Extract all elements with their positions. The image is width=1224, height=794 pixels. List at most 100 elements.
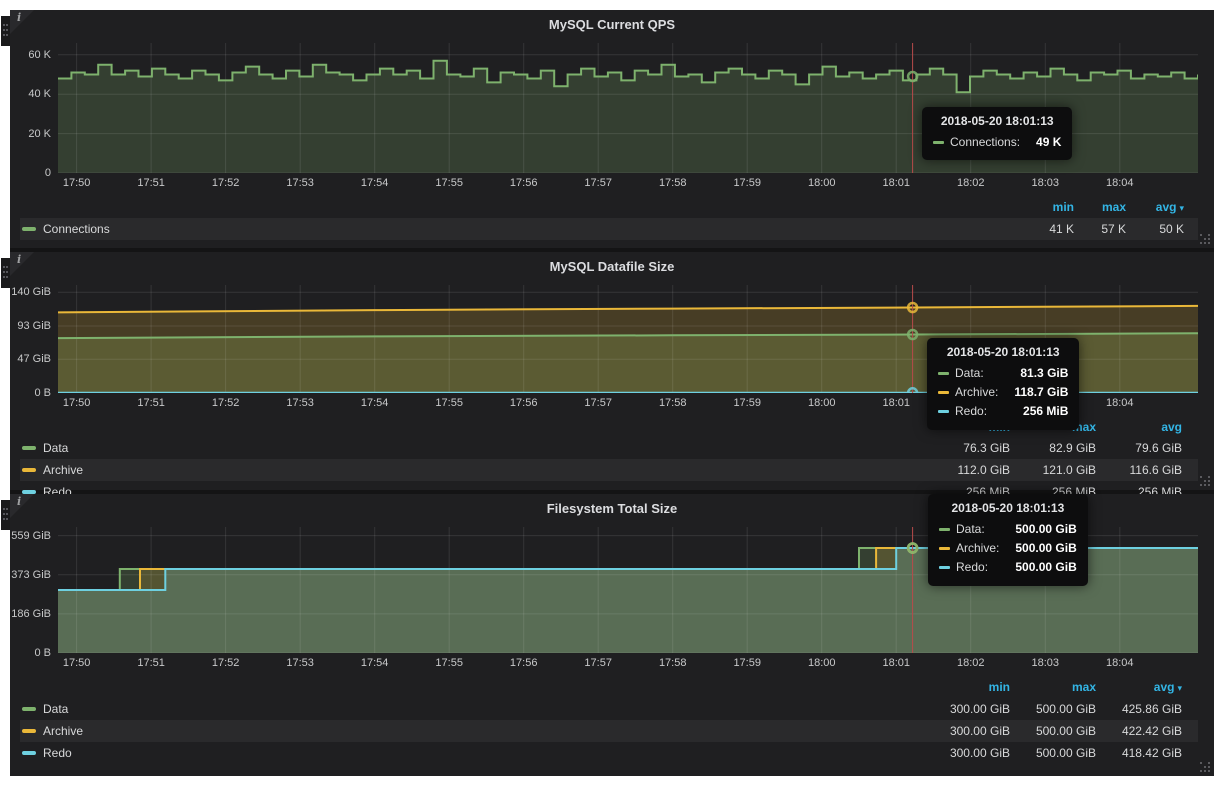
x-tick-label: 17:52 — [212, 177, 240, 189]
panel-info-corner[interactable] — [10, 252, 34, 276]
x-tick-label: 17:59 — [733, 177, 761, 189]
x-tick-label: 18:04 — [1106, 657, 1134, 669]
legend-series-data[interactable]: Data — [20, 437, 918, 459]
series-color-dash-icon — [22, 707, 36, 711]
x-axis: 17:5017:5117:5217:5317:5417:5517:5617:57… — [58, 655, 1198, 673]
stat-min: 41 K — [1014, 218, 1074, 240]
tooltip-value: 49 K — [1020, 133, 1061, 152]
sort-caret-icon: ▾ — [1177, 683, 1182, 693]
panel-drag-handle[interactable] — [1, 258, 10, 288]
panel-title[interactable]: MySQL Datafile Size — [10, 252, 1214, 280]
x-tick-label: 18:04 — [1106, 397, 1134, 409]
hover-tooltip: 2018-05-20 18:01:13 Data:500.00 GiB Arch… — [928, 494, 1088, 586]
series-color-dash-icon — [22, 751, 36, 755]
series-color-dash-icon — [939, 528, 950, 531]
series-color-dash-icon — [938, 391, 949, 394]
stat-max: 121.0 GiB — [1010, 459, 1096, 481]
legend-header-min[interactable]: min — [1014, 197, 1074, 218]
panel-resize-grip[interactable] — [1200, 762, 1211, 773]
stat-max: 500.00 GiB — [1010, 720, 1096, 742]
panel-info-corner[interactable] — [10, 494, 34, 518]
panel-drag-handle[interactable] — [1, 16, 10, 46]
x-tick-label: 17:51 — [137, 397, 165, 409]
x-tick-label: 17:51 — [137, 657, 165, 669]
x-tick-label: 18:02 — [957, 177, 985, 189]
tooltip-row: Archive:500.00 GiB — [939, 539, 1077, 558]
tooltip-value: 118.7 GiB — [998, 383, 1068, 402]
y-tick-label: 186 GiB — [11, 608, 51, 620]
legend-series-archive[interactable]: Archive — [20, 459, 918, 481]
panel-drag-handle[interactable] — [1, 500, 10, 530]
stat-max: 500.00 GiB — [1010, 742, 1096, 764]
info-icon: i — [17, 495, 21, 508]
x-tick-label: 17:57 — [584, 177, 612, 189]
legend-row: Redo 300.00 GiB 500.00 GiB 418.42 GiB — [20, 742, 1198, 764]
info-icon: i — [17, 253, 21, 266]
x-tick-label: 18:01 — [882, 657, 910, 669]
legend-header-max[interactable]: max — [1074, 197, 1126, 218]
x-tick-label: 18:00 — [808, 657, 836, 669]
series-color-dash-icon — [22, 446, 36, 450]
series-color-dash-icon — [22, 227, 36, 231]
y-axis: 559 GiB373 GiB186 GiB0 B — [10, 527, 58, 653]
stat-min: 300.00 GiB — [918, 742, 1010, 764]
x-tick-label: 17:53 — [286, 177, 314, 189]
legend-series-archive[interactable]: Archive — [20, 720, 918, 742]
legend-header-avg[interactable]: avg▾ — [1126, 197, 1184, 218]
stat-avg: 79.6 GiB — [1096, 437, 1182, 459]
info-icon: i — [17, 11, 21, 24]
panel-resize-grip[interactable] — [1200, 476, 1211, 487]
series-color-dash-icon — [938, 410, 949, 413]
y-tick-label: 20 K — [28, 128, 51, 140]
stat-max: 500.00 GiB — [1010, 698, 1096, 720]
tooltip-value: 500.00 GiB — [999, 539, 1076, 558]
hover-tooltip: 2018-05-20 18:01:13 Data:81.3 GiB Archiv… — [927, 338, 1079, 430]
tooltip-value: 256 MiB — [1007, 402, 1068, 421]
x-tick-label: 17:57 — [584, 397, 612, 409]
legend-header-avg[interactable]: avg▾ — [1096, 677, 1182, 698]
series-color-dash-icon — [22, 468, 36, 472]
tooltip-row: Data:500.00 GiB — [939, 520, 1077, 539]
x-tick-label: 17:52 — [212, 397, 240, 409]
legend-stats-header: min max avg▾ — [20, 677, 1198, 698]
tooltip-row: Data:81.3 GiB — [938, 364, 1068, 383]
x-tick-label: 17:54 — [361, 657, 389, 669]
x-tick-label: 17:55 — [435, 177, 463, 189]
series-color-dash-icon — [939, 566, 950, 569]
legend-row: Data 76.3 GiB 82.9 GiB 79.6 GiB — [20, 437, 1198, 459]
panel-resize-grip[interactable] — [1200, 234, 1211, 245]
y-tick-label: 47 GiB — [17, 353, 51, 365]
legend-series-data[interactable]: Data — [20, 698, 918, 720]
x-axis: 17:5017:5117:5217:5317:5417:5517:5617:57… — [58, 175, 1198, 193]
legend-series-redo[interactable]: Redo — [20, 742, 918, 764]
x-tick-label: 17:59 — [733, 397, 761, 409]
y-axis: 60 K40 K20 K0 — [10, 43, 58, 173]
x-tick-label: 17:56 — [510, 177, 538, 189]
legend: min max avg▾ Data 300.00 GiB 500.00 GiB … — [20, 677, 1198, 764]
x-tick-label: 17:58 — [659, 657, 687, 669]
x-tick-label: 17:54 — [361, 397, 389, 409]
tooltip-value: 500.00 GiB — [999, 520, 1076, 539]
x-tick-label: 17:50 — [63, 657, 91, 669]
legend-series-connections[interactable]: Connections — [20, 218, 1014, 240]
x-tick-label: 17:54 — [361, 177, 389, 189]
tooltip-timestamp: 2018-05-20 18:01:13 — [939, 501, 1077, 515]
tooltip-row: Connections:49 K — [933, 133, 1061, 152]
x-tick-label: 17:56 — [510, 397, 538, 409]
x-tick-label: 18:00 — [808, 177, 836, 189]
x-tick-label: 17:58 — [659, 397, 687, 409]
legend-header-min[interactable]: min — [918, 677, 1010, 698]
legend-header-avg[interactable]: avg — [1096, 417, 1182, 437]
stat-avg: 50 K — [1126, 218, 1184, 240]
legend-header-max[interactable]: max — [1010, 677, 1096, 698]
x-tick-label: 17:50 — [63, 397, 91, 409]
x-tick-label: 18:02 — [957, 657, 985, 669]
tooltip-timestamp: 2018-05-20 18:01:13 — [933, 114, 1061, 128]
panel-info-corner[interactable] — [10, 10, 34, 34]
x-tick-label: 17:53 — [286, 397, 314, 409]
legend-row: Data 300.00 GiB 500.00 GiB 425.86 GiB — [20, 698, 1198, 720]
y-tick-label: 373 GiB — [11, 569, 51, 581]
panel-title[interactable]: MySQL Current QPS — [10, 10, 1214, 38]
y-tick-label: 60 K — [28, 49, 51, 61]
y-tick-label: 40 K — [28, 88, 51, 100]
